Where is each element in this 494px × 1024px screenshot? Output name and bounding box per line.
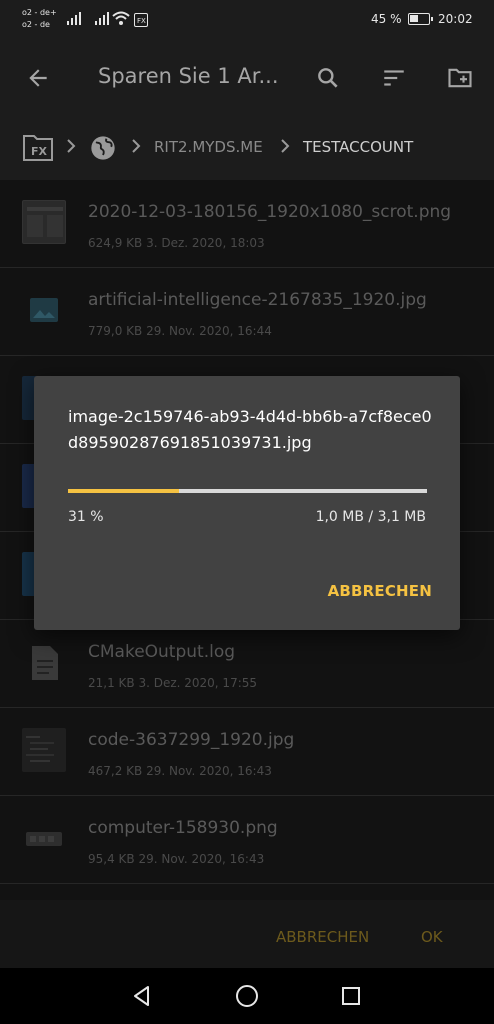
computer-thumbnail bbox=[22, 816, 66, 860]
recents-square-icon[interactable] bbox=[337, 982, 365, 1010]
ok-button[interactable]: OK bbox=[421, 928, 443, 946]
bottom-action-bar: ABBRECHEN OK bbox=[0, 900, 494, 968]
progress-percent: 31 % bbox=[68, 509, 104, 525]
file-meta: 779,0 KB 29. Nov. 2020, 16:44 bbox=[88, 324, 272, 338]
code-thumbnail bbox=[22, 728, 66, 772]
back-triangle-icon[interactable] bbox=[128, 982, 156, 1010]
cancel-button[interactable]: ABBRECHEN bbox=[276, 928, 369, 946]
status-bar: o2 - de+ o2 - de FX 45 % 20:02 bbox=[0, 0, 494, 40]
list-item[interactable]: CMakeOutput.log 21,1 KB 3. Dez. 2020, 17… bbox=[0, 620, 494, 708]
file-meta: 95,4 KB 29. Nov. 2020, 16:43 bbox=[88, 852, 265, 866]
list-item[interactable]: 2020-12-03-180156_1920x1080_scrot.png 62… bbox=[0, 180, 494, 268]
progress-bar bbox=[68, 489, 427, 493]
toolbar: Sparen Sie 1 Ar... bbox=[0, 40, 494, 114]
breadcrumb-item-current[interactable]: TESTACCOUNT bbox=[303, 138, 413, 156]
system-nav-bar bbox=[0, 968, 494, 1024]
globe-icon[interactable] bbox=[89, 134, 117, 166]
page-title: Sparen Sie 1 Ar... bbox=[98, 64, 279, 88]
sort-icon[interactable] bbox=[376, 60, 412, 96]
new-folder-icon[interactable] bbox=[442, 60, 478, 96]
progress-size: 1,0 MB / 3,1 MB bbox=[315, 509, 426, 525]
signal-icon bbox=[94, 10, 110, 30]
back-arrow-icon[interactable] bbox=[20, 60, 56, 96]
progress-bar-fill bbox=[68, 489, 180, 493]
chevron-right-icon bbox=[64, 138, 78, 158]
fx-folder-icon[interactable]: FX bbox=[22, 134, 54, 166]
carrier-label: o2 - de bbox=[22, 20, 50, 29]
chevron-right-icon bbox=[278, 138, 292, 158]
dialog-cancel-button[interactable]: ABBRECHEN bbox=[328, 582, 432, 600]
file-name: artificial-intelligence-2167835_1920.jpg bbox=[88, 290, 427, 310]
breadcrumb-item[interactable]: RIT2.MYDS.ME bbox=[154, 138, 263, 156]
battery-level bbox=[410, 15, 418, 22]
app-notification-icon: FX bbox=[134, 12, 148, 31]
svg-text:FX: FX bbox=[31, 145, 48, 158]
file-meta: 21,1 KB 3. Dez. 2020, 17:55 bbox=[88, 676, 258, 690]
signal-icon bbox=[66, 10, 82, 30]
search-icon[interactable] bbox=[310, 60, 346, 96]
file-name: computer-158930.png bbox=[88, 818, 278, 838]
list-item[interactable]: computer-158930.png 95,4 KB 29. Nov. 202… bbox=[0, 796, 494, 884]
document-icon bbox=[22, 640, 66, 684]
file-meta: 624,9 KB 3. Dez. 2020, 18:03 bbox=[88, 236, 265, 250]
clock: 20:02 bbox=[438, 12, 473, 26]
battery-percent: 45 % bbox=[371, 12, 402, 26]
breadcrumb: FX RIT2.MYDS.ME TESTACCOUNT bbox=[0, 114, 494, 180]
file-name: code-3637299_1920.jpg bbox=[88, 730, 295, 750]
dialog-filename: image-2c159746-ab93-4d4d-bb6b-a7cf8ece0d… bbox=[68, 407, 432, 452]
image-icon bbox=[22, 288, 66, 332]
file-meta: 467,2 KB 29. Nov. 2020, 16:43 bbox=[88, 764, 272, 778]
file-name: CMakeOutput.log bbox=[88, 642, 236, 662]
wifi-icon bbox=[112, 10, 130, 30]
screenshot-thumbnail bbox=[22, 200, 66, 244]
carrier-label: o2 - de+ bbox=[22, 8, 57, 17]
file-name: 2020-12-03-180156_1920x1080_scrot.png bbox=[88, 202, 452, 222]
chevron-right-icon bbox=[129, 138, 143, 158]
list-item[interactable]: code-3637299_1920.jpg 467,2 KB 29. Nov. … bbox=[0, 708, 494, 796]
download-progress-dialog: image-2c159746-ab93-4d4d-bb6b-a7cf8ece0d… bbox=[34, 376, 460, 630]
home-circle-icon[interactable] bbox=[233, 982, 261, 1010]
svg-text:FX: FX bbox=[137, 17, 146, 25]
list-item[interactable]: artificial-intelligence-2167835_1920.jpg… bbox=[0, 268, 494, 356]
battery-icon bbox=[408, 13, 433, 25]
